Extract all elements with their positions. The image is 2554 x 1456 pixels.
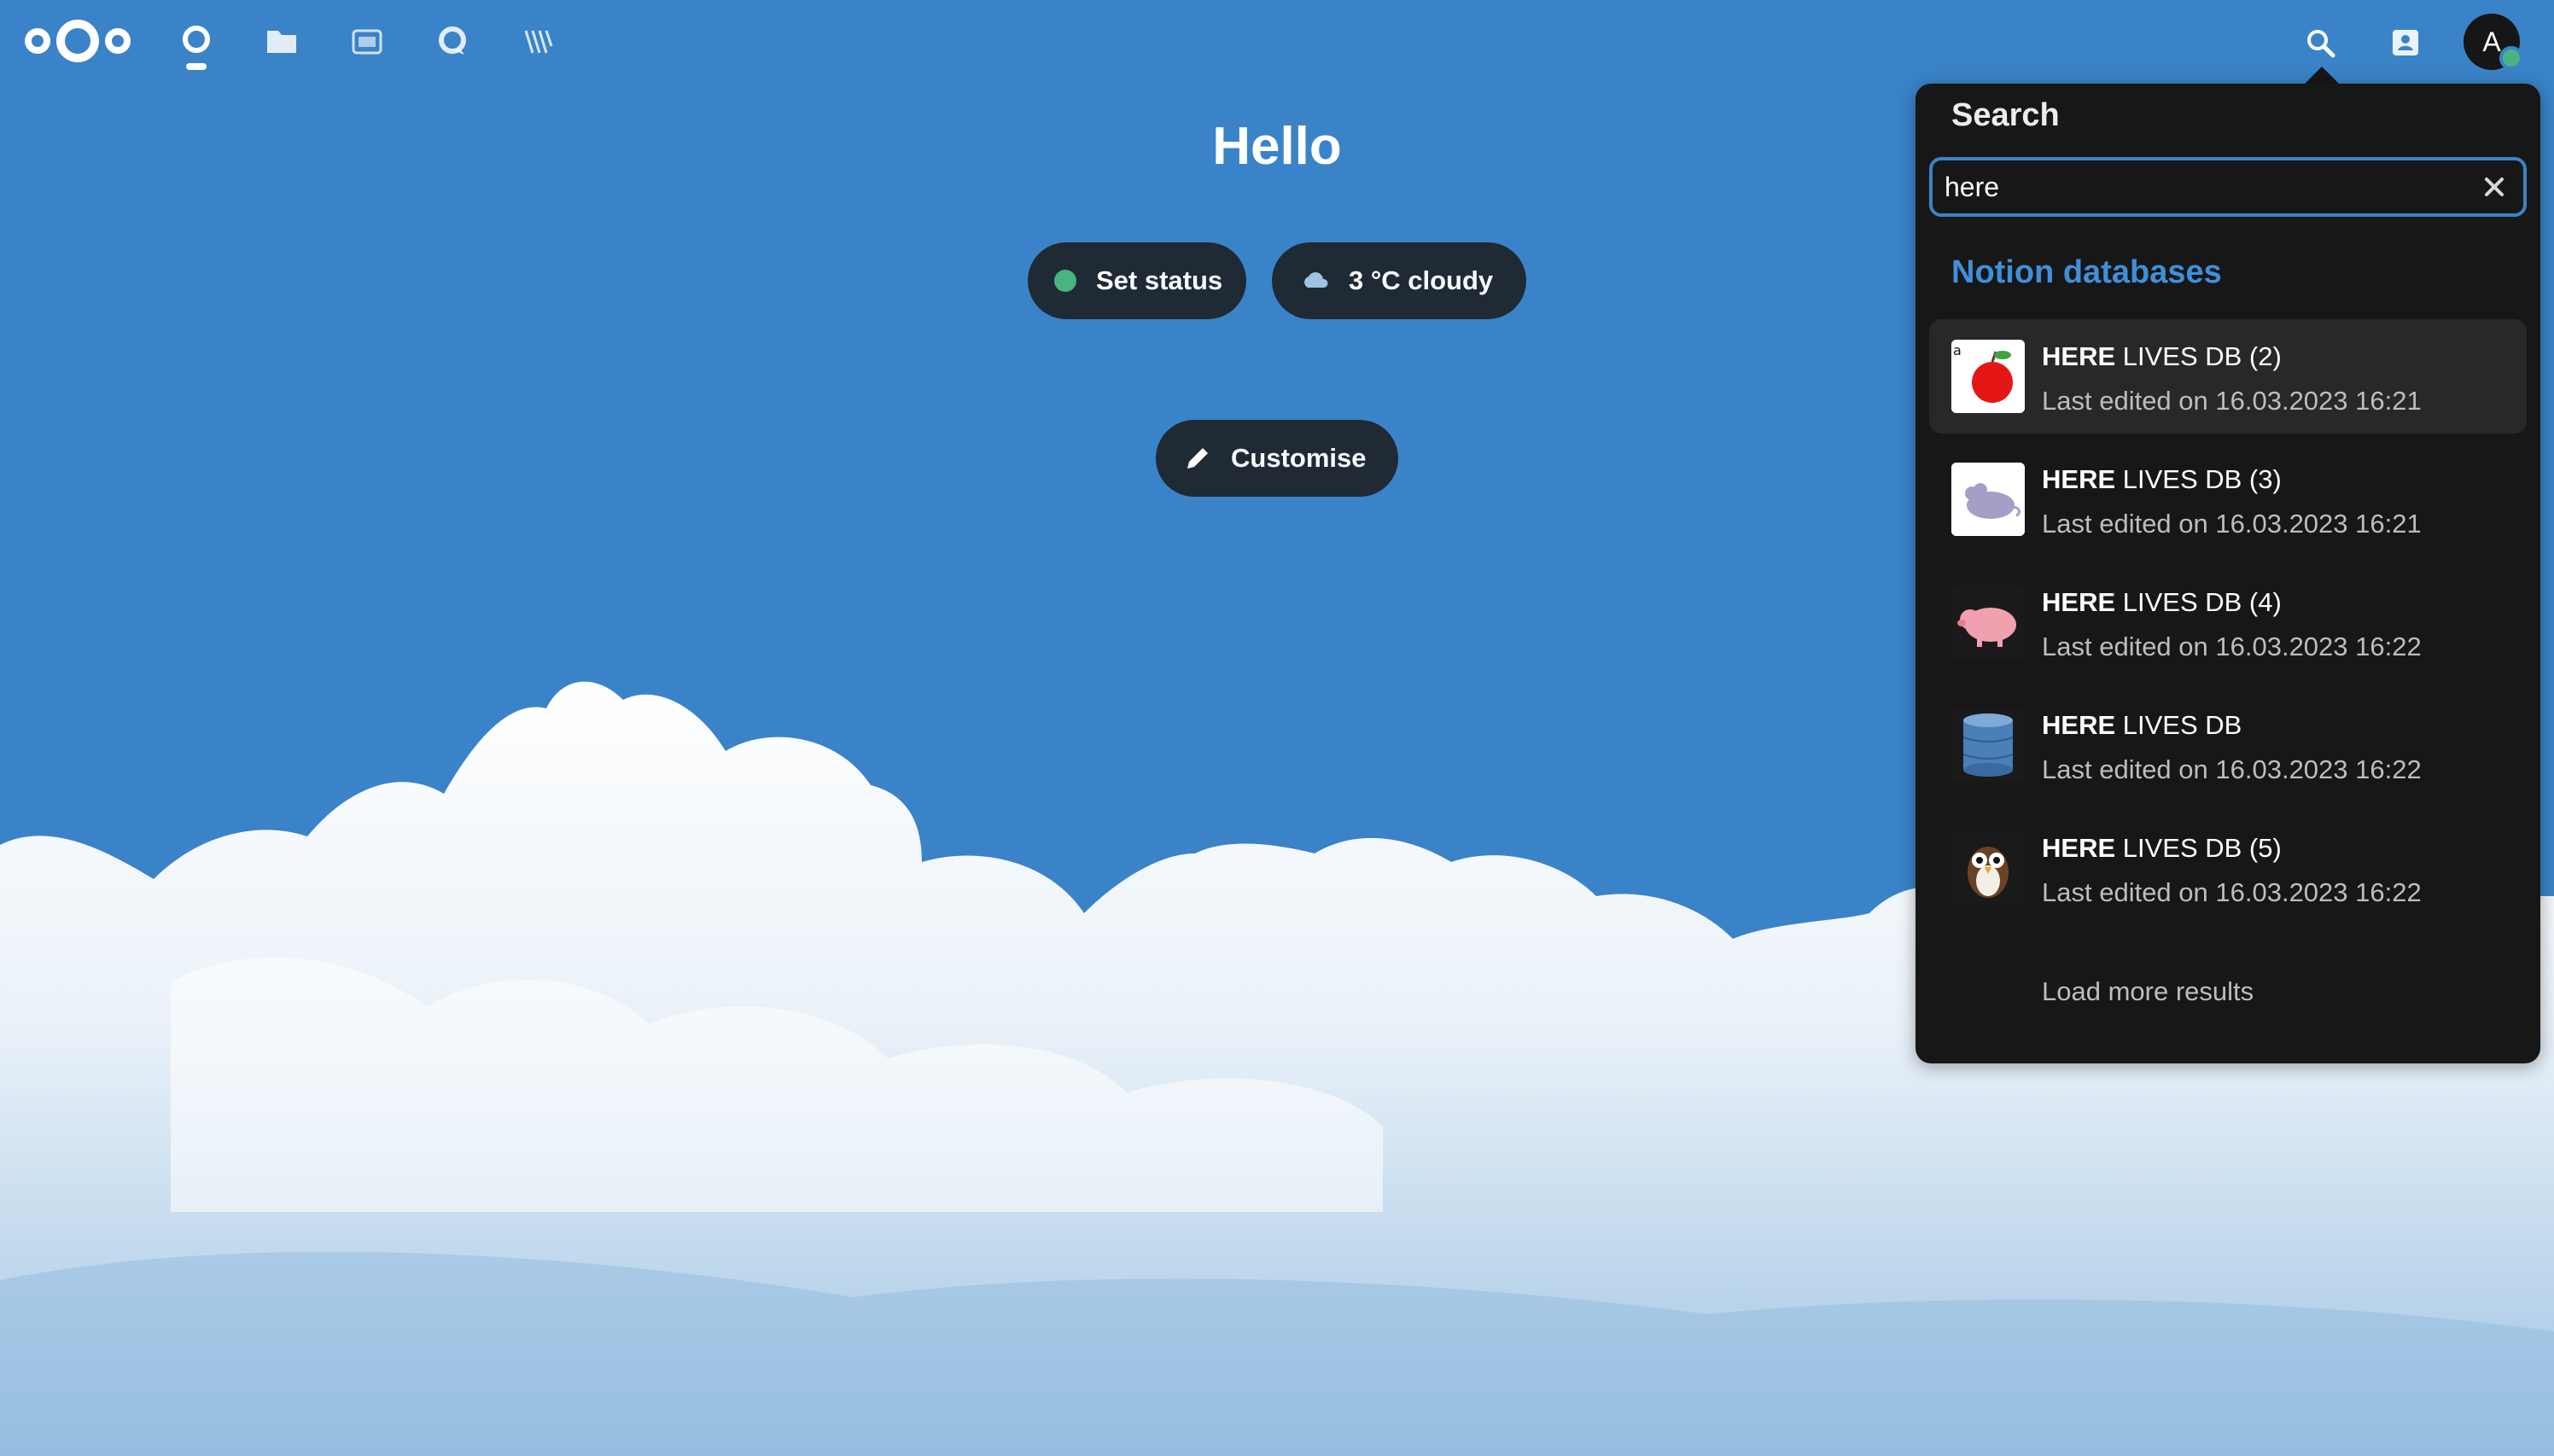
result-title: LIVES DB (2): [2115, 341, 2282, 371]
dashboard-icon[interactable]: [174, 19, 219, 63]
set-status-button[interactable]: Set status: [1028, 242, 1246, 319]
customise-label: Customise: [1231, 443, 1367, 473]
result-subtitle: Last edited on 16.03.2023 16:22: [2042, 754, 2422, 784]
result-title: LIVES DB: [2115, 710, 2242, 740]
pencil-icon: [1183, 444, 1212, 473]
result-title-match: HERE: [2042, 464, 2116, 494]
load-more-button[interactable]: Load more results: [2042, 976, 2254, 1007]
status-online-icon: [1053, 269, 1077, 293]
search-result[interactable]: a HERE LIVES DB (2) Last edited on 16.03…: [1929, 319, 2527, 434]
pig-thumbnail: [1951, 585, 2025, 659]
apple-thumbnail: a: [1951, 340, 2025, 413]
contacts-icon[interactable]: [2378, 15, 2433, 70]
result-title: LIVES DB (5): [2115, 833, 2282, 863]
search-result[interactable]: HERE LIVES DB Last edited on 16.03.2023 …: [1929, 688, 2527, 802]
result-subtitle: Last edited on 16.03.2023 16:22: [2042, 632, 2422, 661]
owl-thumbnail: [1951, 831, 2025, 905]
database-thumbnail: [1951, 708, 2025, 782]
result-title-match: HERE: [2042, 833, 2116, 863]
result-subtitle: Last edited on 16.03.2023 16:21: [2042, 386, 2422, 416]
search-input[interactable]: [1945, 171, 2477, 203]
result-title: LIVES DB (4): [2115, 587, 2282, 617]
photos-icon[interactable]: [345, 19, 389, 63]
search-result[interactable]: HERE LIVES DB (4) Last edited on 16.03.2…: [1929, 565, 2527, 679]
folder-icon[interactable]: [259, 19, 304, 63]
svg-text:a: a: [1953, 342, 1962, 358]
result-title-match: HERE: [2042, 587, 2116, 617]
activity-icon[interactable]: [516, 19, 560, 63]
result-title: LIVES DB (3): [2115, 464, 2282, 494]
online-status-dot: [2499, 46, 2523, 70]
set-status-label: Set status: [1096, 265, 1223, 295]
search-field[interactable]: [1929, 157, 2527, 217]
search-title: Search: [1951, 97, 2060, 133]
result-title-match: HERE: [2042, 341, 2116, 371]
search-result[interactable]: HERE LIVES DB (5) Last edited on 16.03.2…: [1929, 811, 2527, 925]
result-subtitle: Last edited on 16.03.2023 16:21: [2042, 509, 2422, 539]
weather-label: 3 °C cloudy: [1349, 265, 1494, 295]
nextcloud-logo[interactable]: [24, 15, 131, 67]
popover-arrow: [2303, 67, 2341, 85]
weather-button[interactable]: 3 °C cloudy: [1272, 242, 1526, 319]
talk-icon[interactable]: [430, 19, 475, 63]
clear-icon[interactable]: [2477, 170, 2511, 204]
cloud-icon: [1301, 271, 1330, 291]
top-bar: A: [0, 0, 2554, 82]
result-subtitle: Last edited on 16.03.2023 16:22: [2042, 877, 2422, 907]
result-title-match: HERE: [2042, 710, 2116, 740]
search-popover: Search Notion databases a HERE LIVES DB …: [1916, 84, 2540, 1063]
search-icon[interactable]: [2293, 15, 2347, 70]
results-section-title: Notion databases: [1951, 254, 2222, 290]
search-result[interactable]: HERE LIVES DB (3) Last edited on 16.03.2…: [1929, 442, 2527, 556]
active-app-indicator: [186, 63, 207, 70]
customise-button[interactable]: Customise: [1156, 420, 1398, 497]
avatar-initial: A: [2482, 26, 2501, 57]
mouse-thumbnail: [1951, 463, 2025, 536]
